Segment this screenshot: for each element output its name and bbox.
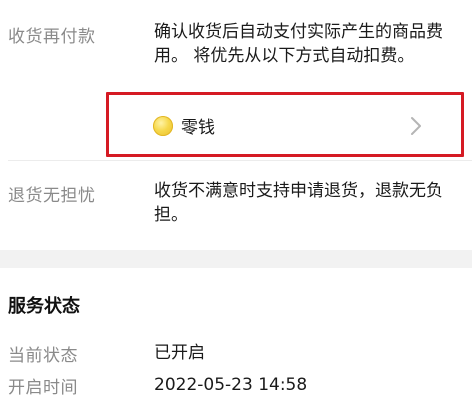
enabled-time-value: 2022-05-23 14:58 (154, 375, 308, 395)
free-returns-label: 退货无担忧 (8, 186, 96, 206)
status-label: 当前状态 (8, 346, 78, 366)
payment-method-selector[interactable]: 零钱 (106, 92, 464, 157)
status-value: 已开启 (154, 343, 205, 363)
payment-method-label: 零钱 (181, 118, 215, 138)
free-returns-description: 收货不满意时支持申请退货，退款无负担。 (154, 181, 443, 225)
section-gap (0, 250, 472, 268)
enabled-time-label: 开启时间 (8, 378, 78, 398)
chevron-right-icon (411, 117, 421, 135)
coin-icon (153, 116, 173, 136)
service-status-title: 服务状态 (8, 296, 80, 317)
benefits-card: 收货再付款 确认收货后自动支付实际产生的商品费用。 将优先从以下方式自动扣费。 … (0, 0, 472, 250)
pay-after-receipt-row: 收货再付款 确认收货后自动支付实际产生的商品费用。 将优先从以下方式自动扣费。 … (0, 0, 472, 160)
enabled-time-row: 开启时间 2022-05-23 14:58 (0, 370, 472, 400)
service-status-card: 服务状态 当前状态 已开启 开启时间 2022-05-23 14:58 (0, 268, 472, 403)
pay-after-receipt-label: 收货再付款 (8, 27, 96, 47)
free-returns-row: 退货无担忧 收货不满意时支持申请退货，退款无负担。 (0, 161, 472, 250)
status-row: 当前状态 已开启 (0, 338, 472, 368)
pay-after-receipt-description: 确认收货后自动支付实际产生的商品费用。 将优先从以下方式自动扣费。 (154, 22, 443, 66)
